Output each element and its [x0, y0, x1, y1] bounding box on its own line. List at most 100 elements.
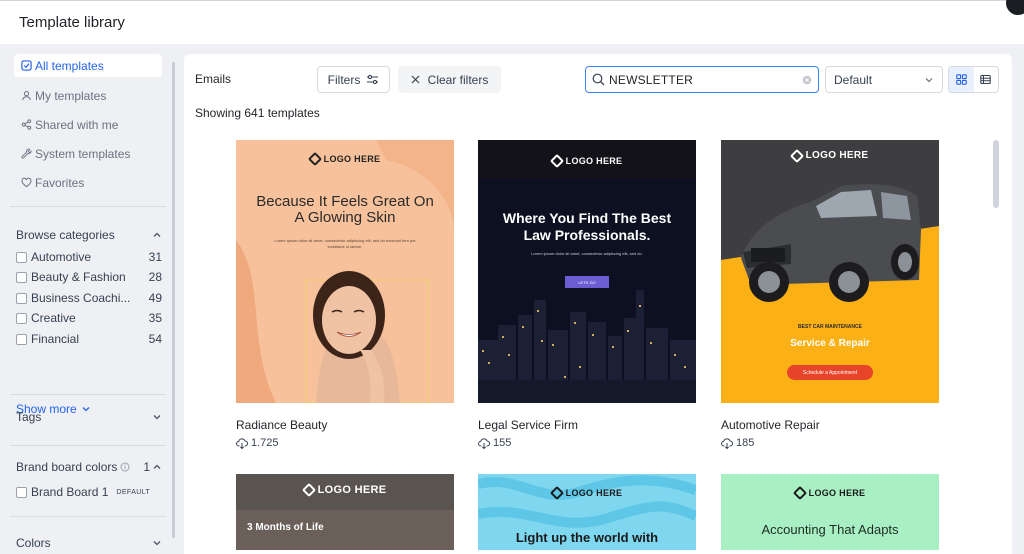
category-name: Creative: [31, 311, 76, 325]
template-headline: Where You Find The Best Law Professional…: [502, 210, 672, 243]
clear-search-icon[interactable]: [802, 75, 812, 85]
x-icon: [411, 75, 420, 84]
logo-text: LOGO HERE: [323, 154, 381, 164]
template-logo: LOGO HERE: [236, 151, 454, 167]
logo-text: LOGO HERE: [565, 156, 623, 166]
colors-toggle[interactable]: Colors: [16, 536, 162, 550]
clear-filters-button[interactable]: Clear filters: [398, 66, 501, 93]
car-illustration: [721, 184, 939, 403]
template-cta: LETS GO: [565, 276, 609, 288]
logo-icon: [789, 148, 804, 163]
category-row[interactable]: Automotive 31: [16, 248, 162, 266]
nav-my-templates[interactable]: My templates: [14, 84, 162, 107]
logo-text: LOGO HERE: [808, 488, 866, 498]
logo-text: LOGO HERE: [565, 488, 623, 498]
template-logo: LOGO HERE: [478, 485, 696, 501]
search-input[interactable]: [609, 72, 802, 87]
divider: [10, 206, 166, 207]
nav-all-templates[interactable]: All templates: [14, 54, 162, 77]
grid-icon: [956, 74, 967, 85]
nav-favorites[interactable]: Favorites: [14, 171, 162, 194]
nav-shared-label: Shared with me: [35, 117, 119, 132]
colors-heading: Colors: [16, 536, 51, 550]
category-checkbox[interactable]: [16, 251, 27, 263]
category-row[interactable]: Business Coachi... 49: [16, 289, 162, 307]
brand-board-row[interactable]: Brand Board 1 DEFAULT: [16, 483, 162, 501]
info-icon[interactable]: [120, 462, 130, 472]
chevron-down-icon: [153, 415, 161, 420]
sliders-icon: [367, 74, 379, 85]
template-card-thumbnail[interactable]: LOGO HERE Because It Feels Great On A Gl…: [236, 140, 454, 403]
template-downloads: 1.725: [236, 437, 279, 449]
template-cta: Schedule a Appointment: [787, 365, 873, 380]
download-count: 185: [736, 437, 755, 449]
tags-toggle[interactable]: Tags: [16, 410, 162, 424]
logo-text: LOGO HERE: [805, 150, 869, 161]
category-name: Automotive: [31, 250, 92, 264]
template-kicker: BEST CAR MAINTENANCE: [798, 324, 862, 330]
template-card-thumbnail[interactable]: LOGO HERE Light up the world with: [478, 474, 696, 550]
close-icon[interactable]: [1006, 0, 1024, 15]
category-count: 35: [148, 311, 162, 325]
search-icon: [592, 73, 605, 86]
template-card-thumbnail[interactable]: LOGO HERE 3 Months of Life: [236, 474, 454, 550]
template-body: Lorem ipsum dolor sit amet, consectetur …: [274, 238, 416, 249]
nav-system-templates[interactable]: System templates: [14, 142, 162, 165]
logo-icon: [549, 153, 564, 169]
category-count: 31: [148, 250, 162, 264]
grid-view-button[interactable]: [949, 67, 974, 92]
nav-my-templates-label: My templates: [35, 88, 107, 103]
template-card-title[interactable]: Radiance Beauty: [236, 418, 327, 432]
category-checkbox[interactable]: [16, 292, 27, 304]
category-checkbox[interactable]: [16, 333, 27, 345]
brand-board-checkbox[interactable]: [16, 486, 27, 498]
brand-colors-toggle[interactable]: Brand board colors 1: [16, 460, 162, 474]
list-view-button[interactable]: [974, 67, 999, 92]
view-toggle: [948, 66, 999, 93]
filters-label: Filters: [327, 72, 361, 87]
download-count: 155: [493, 437, 512, 449]
category-count: 49: [148, 291, 162, 305]
template-headline: Light up the world with: [515, 530, 659, 545]
search-field[interactable]: [585, 66, 819, 93]
divider: [10, 445, 166, 446]
template-headline: Accounting That Adapts: [761, 522, 899, 537]
chevron-down-icon: [925, 77, 933, 82]
logo-icon: [549, 485, 564, 501]
download-cloud-icon: [478, 437, 490, 449]
nav-shared-with-me[interactable]: Shared with me: [14, 113, 162, 136]
logo-text: LOGO HERE: [317, 484, 387, 496]
default-badge: DEFAULT: [116, 488, 151, 496]
template-card-thumbnail[interactable]: LOGO HERE Where You Find The Best Law Pr…: [478, 140, 696, 403]
brand-board-label: Brand Board 1: [31, 485, 109, 499]
download-cloud-icon: [236, 437, 248, 449]
category-row[interactable]: Creative 35: [16, 309, 162, 327]
sort-dropdown[interactable]: Default: [825, 66, 943, 93]
template-logo: LOGO HERE: [721, 485, 939, 501]
template-card-title[interactable]: Legal Service Firm: [478, 418, 578, 432]
sidebar-scrollbar[interactable]: [172, 62, 175, 538]
logo-icon: [792, 485, 807, 501]
template-headline: Because It Feels Great On A Glowing Skin: [256, 193, 434, 226]
results-scrollbar[interactable]: [993, 140, 999, 208]
list-icon: [980, 74, 991, 85]
category-count: 54: [148, 332, 162, 346]
template-card-thumbnail[interactable]: LOGO HERE BEST CAR MAINTENANCE Service &…: [721, 140, 939, 403]
category-row[interactable]: Financial 54: [16, 330, 162, 348]
template-logo: LOGO HERE: [721, 148, 939, 163]
nav-all-templates-label: All templates: [35, 58, 104, 73]
logo-icon: [307, 151, 322, 167]
sort-value: Default: [834, 72, 873, 87]
tags-heading: Tags: [16, 410, 42, 424]
template-logo: LOGO HERE: [236, 482, 454, 498]
category-checkbox[interactable]: [16, 271, 27, 283]
browse-categories-toggle[interactable]: Browse categories: [16, 228, 162, 242]
divider: [10, 394, 166, 395]
template-card-title[interactable]: Automotive Repair: [721, 418, 820, 432]
modal-header: Template library: [0, 0, 1024, 44]
category-row[interactable]: Beauty & Fashion 28: [16, 268, 162, 286]
filters-button[interactable]: Filters: [317, 66, 390, 93]
brand-colors-count: 1: [143, 460, 150, 474]
category-checkbox[interactable]: [16, 312, 27, 324]
template-card-thumbnail[interactable]: LOGO HERE Accounting That Adapts: [721, 474, 939, 550]
